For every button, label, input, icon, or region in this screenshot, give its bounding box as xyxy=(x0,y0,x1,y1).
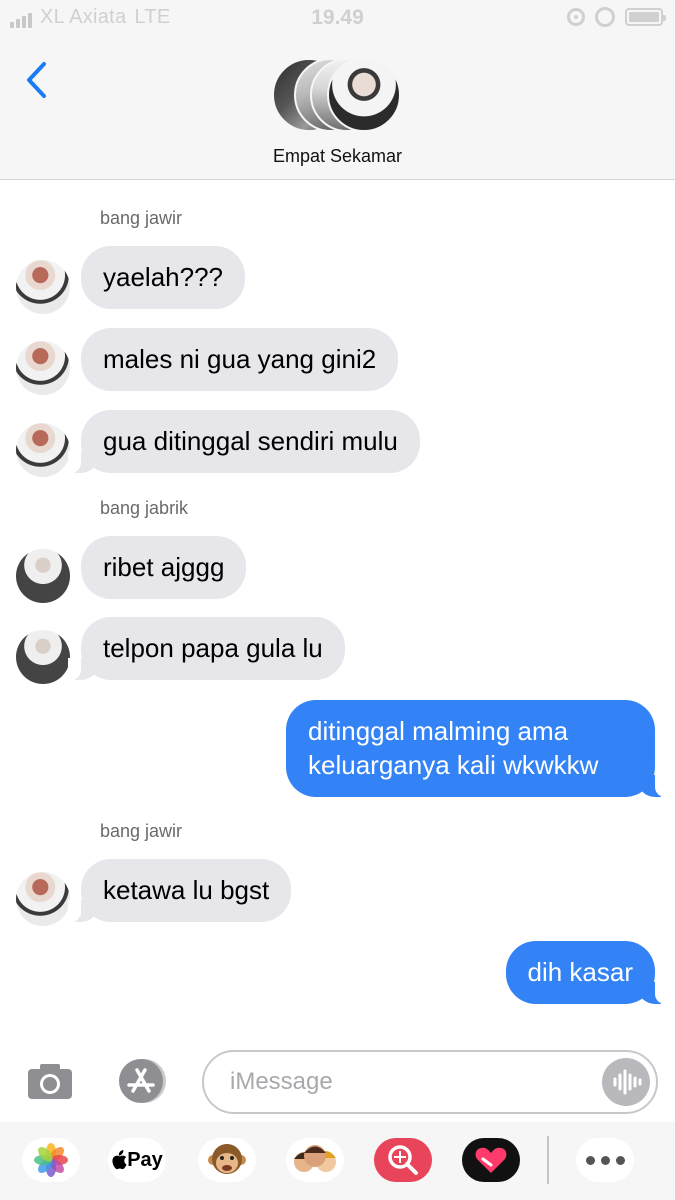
image-search-icon xyxy=(388,1145,418,1175)
audio-message-button[interactable] xyxy=(602,1058,650,1106)
drawer-divider xyxy=(547,1136,549,1184)
message-list: bang jawir yaelah??? males ni gua yang g… xyxy=(0,180,675,1042)
message-bubble-incoming[interactable]: ketawa lu bgst xyxy=(67,859,292,922)
apple-pay-button[interactable]: Pay xyxy=(108,1138,166,1182)
message-bubble-incoming[interactable]: ribet ajggg xyxy=(81,536,247,599)
memoji-button[interactable] xyxy=(286,1138,344,1182)
group-member-avatar xyxy=(327,58,401,132)
photos-icon xyxy=(34,1143,68,1177)
camera-icon xyxy=(28,1064,72,1099)
sender-label: bang jawir xyxy=(100,208,183,228)
image-search-button[interactable] xyxy=(374,1138,432,1182)
status-bar: XL Axiata LTE 19.49 xyxy=(0,0,675,38)
digital-touch-icon xyxy=(475,1147,507,1173)
imessage-input-wrapper xyxy=(202,1050,658,1114)
message-bubble-incoming[interactable]: males ni gua yang gini2 xyxy=(81,328,399,391)
message-bubble-outgoing[interactable]: dih kasar xyxy=(505,941,668,1004)
waveform-icon xyxy=(613,1069,642,1095)
imessage-input[interactable] xyxy=(230,1064,590,1100)
alarm-icon xyxy=(595,7,615,27)
app-store-button[interactable] xyxy=(114,1058,172,1104)
group-avatars[interactable] xyxy=(272,58,404,134)
apple-logo-icon xyxy=(112,1150,127,1170)
chevron-left-icon xyxy=(27,62,46,98)
conversation-header: Empat Sekamar xyxy=(0,38,675,180)
message-bubble-incoming[interactable]: yaelah??? xyxy=(81,246,245,309)
status-right xyxy=(567,7,666,27)
app-drawer: Pay xyxy=(0,1122,675,1200)
back-button[interactable] xyxy=(20,58,60,102)
digital-touch-button[interactable] xyxy=(462,1138,520,1182)
compose-bar xyxy=(0,1042,675,1122)
animoji-button[interactable] xyxy=(198,1138,256,1182)
photos-app-button[interactable] xyxy=(22,1138,80,1182)
message-bubble-outgoing[interactable]: ditinggal malming ama keluarganya kali w… xyxy=(286,700,668,797)
animoji-monkey-icon xyxy=(208,1144,246,1174)
message-line: keluarganya kali wkwkkw xyxy=(308,750,599,780)
sender-avatar[interactable] xyxy=(16,872,70,926)
memoji-icon xyxy=(294,1145,336,1172)
sender-label: bang jabrik xyxy=(100,498,189,518)
sender-avatar[interactable] xyxy=(16,423,70,477)
group-name[interactable]: Empat Sekamar xyxy=(0,146,675,167)
sender-label: bang jawir xyxy=(100,821,183,841)
message-bubble-incoming[interactable]: telpon papa gula lu xyxy=(68,617,345,680)
more-apps-button[interactable] xyxy=(576,1138,634,1182)
camera-button[interactable] xyxy=(26,1062,74,1102)
apple-pay-label: Pay xyxy=(127,1148,163,1171)
battery-icon xyxy=(625,8,666,26)
message-bubble-incoming[interactable]: gua ditinggal sendiri mulu xyxy=(68,410,420,473)
message-line: ditinggal malming ama xyxy=(308,716,569,746)
sender-avatar[interactable] xyxy=(16,341,70,395)
orientation-lock-icon xyxy=(567,8,585,26)
sender-avatar[interactable] xyxy=(16,630,70,684)
app-store-icon xyxy=(119,1059,166,1103)
sender-avatar[interactable] xyxy=(16,549,70,603)
sender-avatar[interactable] xyxy=(16,260,70,314)
more-icon xyxy=(585,1155,625,1165)
